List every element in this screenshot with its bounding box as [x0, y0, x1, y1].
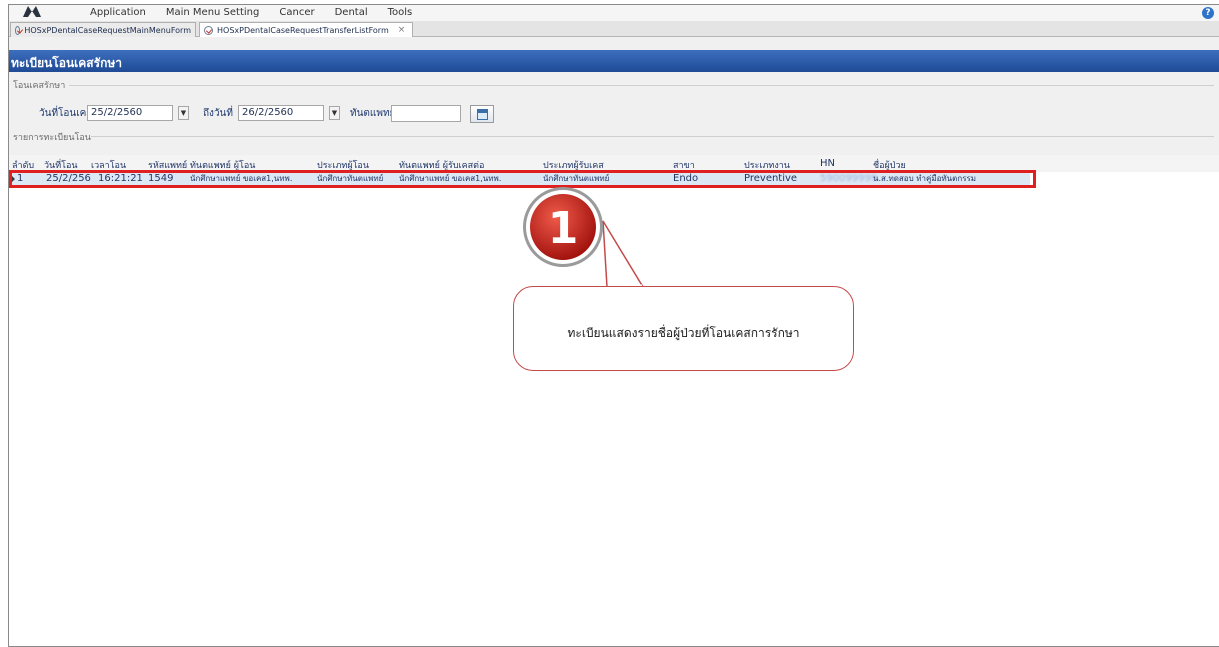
badge-number: 1	[548, 203, 579, 254]
app-window: Application Main Menu Setting Cancer Den…	[8, 4, 1219, 647]
callout-bubble: ทะเบียนแสดงรายชื่อผู้ป่วยที่โอนเคสการรัก…	[513, 286, 854, 371]
step-number-badge: 1	[523, 187, 603, 267]
callout-text: ทะเบียนแสดงรายชื่อผู้ป่วยที่โอนเคสการรัก…	[567, 326, 800, 340]
